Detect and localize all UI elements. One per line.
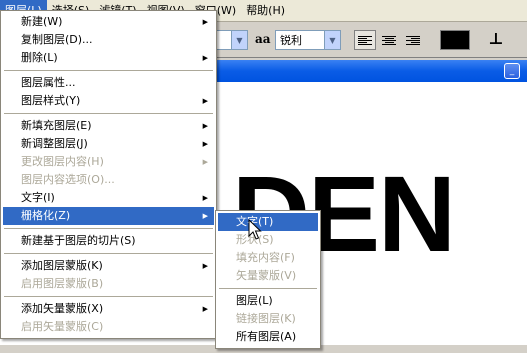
menubar-help[interactable]: 帮助(H) [241, 0, 290, 22]
align-right-button[interactable] [402, 30, 424, 50]
main-menu-item-label: 添加图层蒙版(K) [21, 259, 103, 272]
submenu-arrow-icon: ▶ [202, 97, 208, 105]
antialias-value: 锐利 [280, 34, 302, 47]
mouse-cursor-icon [248, 219, 262, 240]
main-menu-item[interactable]: 图层样式(Y) ▶ [3, 92, 214, 110]
main-menu-item[interactable]: 添加图层蒙版(K) ▶ [3, 257, 214, 275]
sub-menu-item: 填充内容(F) [218, 249, 318, 267]
menu-separator [4, 253, 213, 254]
main-menu-item[interactable]: 新调整图层(J) ▶ [3, 135, 214, 153]
sub-menu-item-label: 矢量蒙版(V) [236, 269, 297, 282]
sub-menu-item[interactable]: 所有图层(A) [218, 328, 318, 346]
main-menu-item[interactable]: 复制图层(D)... [3, 31, 214, 49]
submenu-arrow-icon: ▶ [202, 122, 208, 130]
warp-text-icon[interactable]: ⊥ [486, 28, 506, 50]
main-menu-item[interactable]: 添加矢量蒙版(X) ▶ [3, 300, 214, 318]
main-menu-item-label: 复制图层(D)... [21, 33, 93, 46]
menu-separator [4, 113, 213, 114]
sub-menu-item: 矢量蒙版(V) [218, 267, 318, 285]
submenu-arrow-icon: ▶ [202, 54, 208, 62]
sub-menu-item-label: 图层(L) [236, 294, 273, 307]
antialias-dropdown[interactable]: 锐利 ▼ [275, 30, 341, 50]
sub-menu-item: 形状(S) [218, 231, 318, 249]
main-menu-item[interactable]: 栅格化(Z) ▶ [3, 207, 214, 225]
main-menu-item[interactable]: 删除(L) ▶ [3, 49, 214, 67]
main-menu-item-label: 新调整图层(J) [21, 137, 88, 150]
rasterize-submenu: 文字(T) 形状(S) 填充内容(F) 矢量蒙版(V) 图层(L) 链接图层(K) 所有图层… [215, 210, 321, 349]
minimize-icon[interactable]: _ [504, 63, 520, 79]
main-menu-item-label: 图层样式(Y) [21, 94, 81, 107]
main-menu-item-label: 图层内容选项(O)... [21, 173, 115, 186]
align-left-icon [358, 35, 372, 46]
sub-menu-item-label: 链接图层(K) [236, 312, 296, 325]
text-color-swatch[interactable] [440, 30, 470, 50]
menu-separator [4, 228, 213, 229]
submenu-arrow-icon: ▶ [202, 262, 208, 270]
main-menu-item-label: 新填充图层(E) [21, 119, 92, 132]
sub-menu-item[interactable]: 文字(T) [218, 213, 318, 231]
menu-separator [4, 296, 213, 297]
main-menu-item: 启用矢量蒙版(C) [3, 318, 214, 336]
main-menu-item-label: 删除(L) [21, 51, 58, 64]
main-menu-item-label: 启用图层蒙版(B) [21, 277, 104, 290]
main-menu-item-label: 图层属性... [21, 76, 76, 89]
main-menu-item[interactable]: 新填充图层(E) ▶ [3, 117, 214, 135]
sub-menu-item[interactable]: 图层(L) [218, 292, 318, 310]
menu-separator [219, 288, 317, 289]
submenu-arrow-icon: ▶ [202, 18, 208, 26]
main-menu-item[interactable]: 图层属性... [3, 74, 214, 92]
submenu-arrow-icon: ▶ [202, 140, 208, 148]
align-left-button[interactable] [354, 30, 376, 50]
main-menu-item[interactable]: 文字(I) ▶ [3, 189, 214, 207]
main-menu-item-label: 更改图层内容(H) [21, 155, 104, 168]
main-menu-item-label: 启用矢量蒙版(C) [21, 320, 104, 333]
main-menu-item: 启用图层蒙版(B) [3, 275, 214, 293]
sub-menu-item-label: 填充内容(F) [236, 251, 295, 264]
main-menu-item[interactable]: 新建(W) ▶ [3, 13, 214, 31]
main-menu-item: 更改图层内容(H) ▶ [3, 153, 214, 171]
menu-separator [4, 70, 213, 71]
submenu-arrow-icon: ▶ [202, 305, 208, 313]
main-menu-item-label: 栅格化(Z) [21, 209, 71, 222]
sub-menu-item: 链接图层(K) [218, 310, 318, 328]
main-menu-item: 图层内容选项(O)... [3, 171, 214, 189]
main-menu-item-label: 新建基于图层的切片(S) [21, 234, 136, 247]
align-right-icon [406, 35, 420, 46]
submenu-arrow-icon: ▶ [202, 194, 208, 202]
submenu-arrow-icon: ▶ [202, 158, 208, 166]
align-center-button[interactable] [378, 30, 400, 50]
submenu-arrow-icon: ▶ [202, 212, 208, 220]
main-menu-item-label: 文字(I) [21, 191, 55, 204]
main-menu-item[interactable]: 新建基于图层的切片(S) [3, 232, 214, 250]
main-menu-item-label: 添加矢量蒙版(X) [21, 302, 104, 315]
anti-alias-icon: aa [255, 32, 271, 46]
sub-menu-item-label: 所有图层(A) [236, 330, 297, 343]
chevron-down-icon: ▼ [324, 31, 340, 49]
main-menu-item-label: 新建(W) [21, 15, 63, 28]
align-center-icon [382, 35, 396, 46]
chevron-down-icon: ▼ [231, 31, 247, 49]
layer-menu: 新建(W) ▶ 复制图层(D)... 删除(L) ▶ 图层属性... 图层样式(Y) ▶ 新填充… [0, 10, 217, 339]
